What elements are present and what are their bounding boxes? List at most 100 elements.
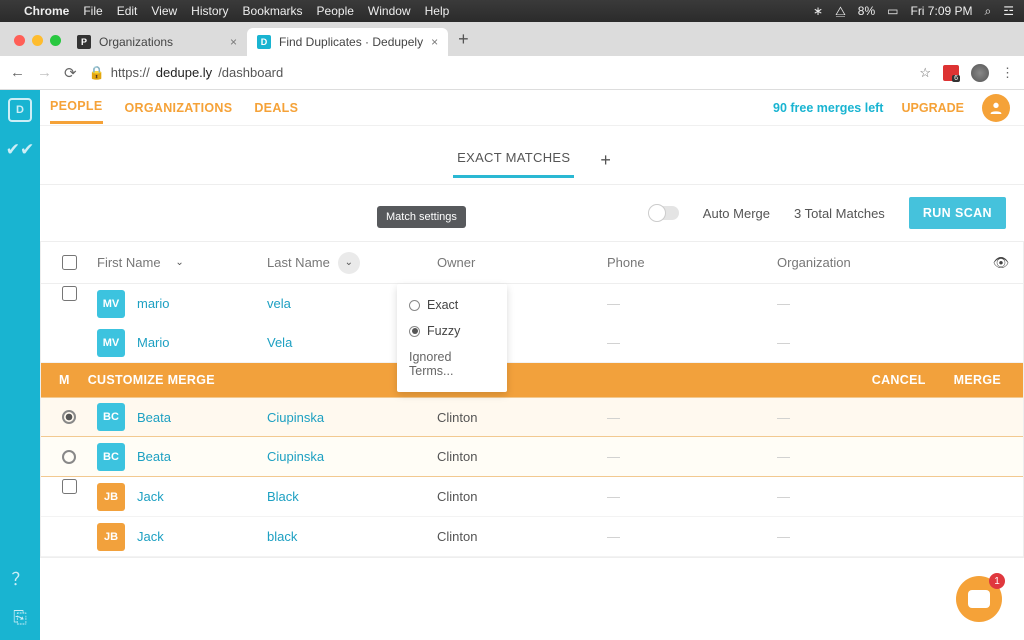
nav-deals[interactable]: DEALS	[254, 93, 298, 123]
nav-organizations[interactable]: ORGANIZATIONS	[125, 93, 233, 123]
select-all-checkbox[interactable]	[62, 255, 77, 270]
table-row[interactable]: MV mario vela Clinton — —	[41, 284, 1023, 324]
avatar-initials: JB	[97, 483, 125, 511]
chrome-menu-icon[interactable]: ⋮	[1001, 65, 1014, 81]
spotlight-icon[interactable]: ⌕	[985, 4, 992, 19]
table-row[interactable]: JB Jack black Clinton — —	[41, 517, 1023, 557]
window-zoom-icon[interactable]	[50, 35, 61, 46]
dd-exact-label: Exact	[427, 298, 458, 312]
table-row[interactable]: BC Beata Ciupinska Clinton — —	[41, 397, 1023, 437]
visibility-icon[interactable]: 👁	[979, 255, 1023, 271]
nav-people[interactable]: PEOPLE	[50, 91, 103, 124]
cell-org: —	[777, 529, 1023, 544]
reload-button[interactable]: ⟳	[64, 64, 77, 82]
matches-table: Match settings First Name ⌄ Last Name ⌄ …	[40, 241, 1024, 558]
mac-menu-people[interactable]: People	[317, 4, 354, 18]
mac-menu-edit[interactable]: Edit	[117, 4, 138, 18]
row-radio-selected[interactable]	[62, 410, 76, 424]
help-icon[interactable]: ？	[12, 565, 29, 590]
cell-org: —	[777, 335, 1023, 350]
cell-last-name[interactable]: black	[267, 529, 437, 544]
chevron-down-icon[interactable]: ⌄	[338, 252, 360, 274]
dd-option-fuzzy[interactable]: Fuzzy	[409, 324, 495, 338]
row-checkbox[interactable]	[62, 286, 77, 301]
tab-close-icon[interactable]: ×	[230, 35, 237, 49]
bluetooth-icon[interactable]: ∗	[813, 4, 823, 18]
lock-icon: 🔒	[89, 65, 105, 81]
user-avatar-icon[interactable]	[982, 94, 1010, 122]
bookmark-star-icon[interactable]: ☆	[919, 65, 931, 81]
extension-icon[interactable]	[943, 65, 959, 81]
cell-owner: Clinton	[437, 449, 607, 464]
avatar-initials: JB	[97, 523, 125, 551]
merge-button[interactable]: MERGE	[954, 373, 1001, 387]
run-scan-button[interactable]: RUN SCAN	[909, 197, 1006, 229]
cell-last-name[interactable]: Black	[267, 489, 437, 504]
auto-merge-toggle[interactable]	[649, 206, 679, 220]
browser-tab-organizations[interactable]: P Organizations ×	[67, 28, 247, 56]
rail-checks-icon[interactable]: ✔✔	[6, 140, 35, 160]
new-tab-button[interactable]: +	[448, 29, 479, 56]
wifi-icon[interactable]: ⧋	[835, 4, 846, 19]
cell-last-name[interactable]: Ciupinska	[267, 410, 437, 425]
chevron-down-icon[interactable]: ⌄	[169, 252, 191, 274]
dd-ignored-terms[interactable]: Ignored Terms...	[409, 350, 495, 378]
clock[interactable]: Fri 7:09 PM	[910, 4, 972, 18]
merges-left-label[interactable]: 90 free merges left	[773, 101, 883, 115]
mac-app-name[interactable]: Chrome	[24, 4, 69, 18]
table-header: Match settings First Name ⌄ Last Name ⌄ …	[41, 242, 1023, 284]
total-matches-label: 3 Total Matches	[794, 206, 885, 221]
dd-option-exact[interactable]: Exact	[409, 298, 495, 312]
mergebar-m: M	[41, 373, 70, 387]
back-button[interactable]: ←	[10, 64, 25, 81]
cell-org: —	[777, 449, 1023, 464]
col-org-label: Organization	[777, 255, 851, 270]
tab-close-icon[interactable]: ×	[431, 35, 438, 49]
window-minimize-icon[interactable]	[32, 35, 43, 46]
row-checkbox[interactable]	[62, 479, 77, 494]
table-row[interactable]: MV Mario Vela Clinton — —	[41, 323, 1023, 363]
mac-menu-view[interactable]: View	[151, 4, 177, 18]
tab-exact-matches[interactable]: EXACT MATCHES	[453, 150, 574, 178]
chat-widget-button[interactable]	[956, 576, 1002, 622]
cell-last-name[interactable]: Ciupinska	[267, 449, 437, 464]
mac-menu-help[interactable]: Help	[425, 4, 450, 18]
battery-icon: ▭	[887, 4, 898, 18]
col-phone-label: Phone	[607, 255, 645, 270]
cell-phone: —	[607, 410, 777, 425]
cancel-button[interactable]: CANCEL	[872, 373, 926, 387]
browser-toolbar: ← → ⟳ 🔒 https://dedupe.ly/dashboard ☆ ⋮	[0, 56, 1024, 90]
tab-title: Organizations	[99, 35, 173, 49]
address-bar[interactable]: 🔒 https://dedupe.ly/dashboard	[89, 65, 908, 81]
mac-menu-file[interactable]: File	[83, 4, 102, 18]
mac-menu-history[interactable]: History	[191, 4, 228, 18]
avatar-initials: BC	[97, 443, 125, 471]
window-close-icon[interactable]	[14, 35, 25, 46]
app-siderail: D ✔✔ ？ ⎘	[0, 90, 40, 640]
mac-menu-bookmarks[interactable]: Bookmarks	[243, 4, 303, 18]
profile-avatar[interactable]	[971, 64, 989, 82]
cell-org: —	[777, 296, 1023, 311]
cell-org: —	[777, 489, 1023, 504]
col-owner-label: Owner	[437, 255, 475, 270]
mac-menu-window[interactable]: Window	[368, 4, 411, 18]
table-row[interactable]: BC Beata Ciupinska Clinton — —	[41, 437, 1023, 477]
url-host: dedupe.ly	[156, 65, 212, 80]
customize-merge-bar: M CUSTOMIZE MERGE CANCEL MERGE	[41, 363, 1023, 397]
browser-tab-dedupely[interactable]: D Find Duplicates · Dedupely ×	[247, 28, 448, 56]
forward-button[interactable]: →	[37, 64, 52, 81]
logout-icon[interactable]: ⎘	[13, 608, 27, 628]
col-last-name[interactable]: Last Name ⌄	[267, 252, 437, 274]
col-last-name-label: Last Name	[267, 255, 330, 270]
radio-selected-icon	[409, 326, 420, 337]
upgrade-link[interactable]: UPGRADE	[901, 101, 964, 115]
menu-extras-icon[interactable]: ☲	[1003, 4, 1014, 18]
app-topnav: PEOPLE ORGANIZATIONS DEALS 90 free merge…	[40, 90, 1024, 126]
add-scan-button[interactable]: +	[600, 150, 611, 171]
cell-owner: Clinton	[437, 489, 607, 504]
table-row[interactable]: JB Jack Black Clinton — —	[41, 477, 1023, 517]
auto-merge-label: Auto Merge	[703, 206, 770, 221]
col-first-name[interactable]: First Name ⌄	[97, 252, 267, 274]
app-logo-icon[interactable]: D	[8, 98, 32, 122]
cell-owner: Clinton	[437, 410, 607, 425]
